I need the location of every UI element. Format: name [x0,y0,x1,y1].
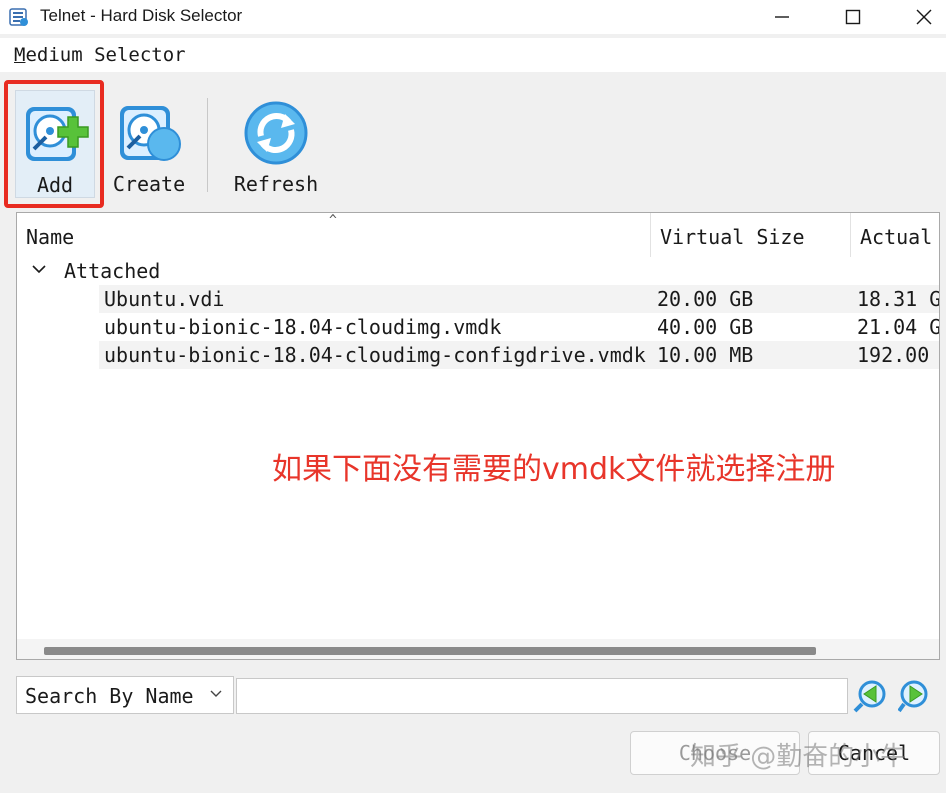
create-label: Create [112,172,186,196]
table-row[interactable]: ubuntu-bionic-18.04-cloudimg.vmdk 40.00 … [99,313,940,341]
disk-create-icon [120,106,181,161]
table-row[interactable]: Ubuntu.vdi 20.00 GB 18.31 G [99,285,940,313]
refresh-button[interactable]: Refresh [228,90,324,198]
search-input[interactable] [236,678,848,714]
menu-mnemonic: M [14,44,26,66]
row-name: Ubuntu.vdi [104,287,225,311]
chevron-down-icon [210,690,222,697]
scrollbar-thumb[interactable] [44,647,816,655]
close-button[interactable] [894,0,946,34]
row-actual-size: 192.00 [857,343,930,367]
menu-bar: Medium Selector [0,38,946,72]
row-name: ubuntu-bionic-18.04-cloudimg.vmdk [104,315,502,339]
row-virtual-size: 10.00 MB [657,343,754,367]
column-header-name[interactable]: Name [17,213,650,257]
menu-label: edium Selector [25,44,186,66]
refresh-icon [244,101,308,165]
choose-button[interactable]: Choose [630,731,800,775]
row-name: ubuntu-bionic-18.04-cloudimg-configdrive… [104,343,646,367]
search-next-icon[interactable] [898,678,934,714]
search-previous-icon[interactable] [852,678,888,714]
create-button[interactable]: Create [108,90,190,198]
app-icon [9,8,28,26]
minimize-button[interactable] [752,0,812,34]
row-virtual-size: 40.00 GB [657,315,754,339]
maximize-button[interactable] [823,0,883,34]
title-bar: Telnet - Hard Disk Selector [0,0,946,34]
maximize-icon [845,9,861,25]
row-virtual-size: 20.00 GB [657,287,754,311]
toolbar-separator [207,98,208,192]
column-header-virtual-size[interactable]: Virtual Size [650,213,850,257]
add-label: Add [36,173,74,197]
cancel-button[interactable]: Cancel [808,731,940,775]
medium-tree[interactable]: ^ Name Virtual Size Actual Attached Ubun… [16,212,940,660]
chevron-down-icon[interactable] [31,261,47,277]
add-button[interactable]: Add [15,90,95,198]
column-header-actual[interactable]: Actual [850,213,939,257]
annotation-text: 如果下面没有需要的vmdk文件就选择注册 [272,452,836,487]
disk-add-icon [26,107,89,161]
table-row[interactable]: ubuntu-bionic-18.04-cloudimg-configdrive… [99,341,939,369]
refresh-label: Refresh [233,172,319,196]
group-label: Attached [64,259,161,283]
horizontal-scrollbar[interactable] [17,639,939,659]
menu-medium-selector[interactable]: Medium Selector [14,44,186,66]
group-row-attached[interactable]: Attached [17,257,939,285]
close-icon [916,9,932,25]
window-title: Telnet - Hard Disk Selector [40,6,243,25]
search-mode-select[interactable]: Search By Name [16,676,234,714]
toolbar: Add Create Refresh [0,80,946,208]
row-actual-size: 18.31 G [857,287,940,311]
search-mode-value: Search By Name [25,684,194,708]
minimize-icon [775,16,789,18]
row-actual-size: 21.04 G [857,315,940,339]
